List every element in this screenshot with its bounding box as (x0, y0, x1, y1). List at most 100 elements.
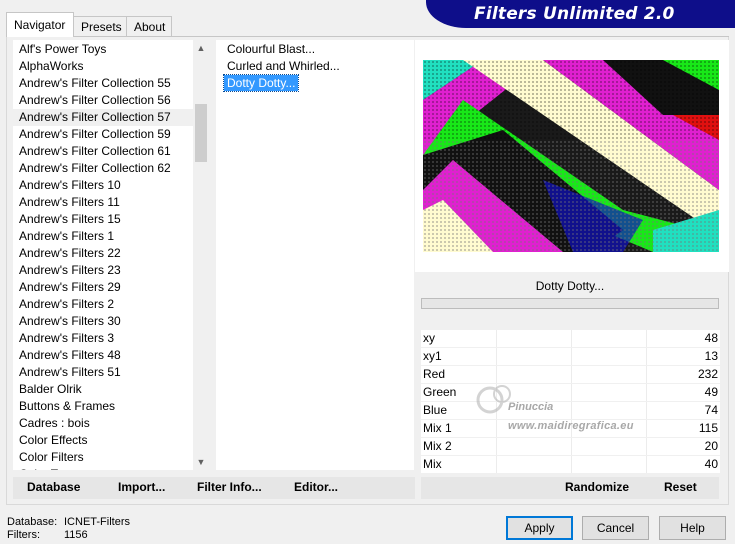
slider-tick (646, 402, 647, 419)
param-value: 74 (704, 403, 718, 417)
category-item[interactable]: Andrew's Filters 51 (13, 364, 209, 381)
category-item[interactable]: Color Effects (13, 432, 209, 449)
param-slider-xy1[interactable]: xy1 13 (421, 348, 720, 366)
parameter-list: xy 48 xy1 13 Red 232 Green 49 Blue 74 Mix 1 115 Mix … (421, 330, 720, 474)
param-name: Mix (423, 457, 442, 471)
category-item[interactable]: Andrew's Filter Collection 59 (13, 126, 209, 143)
param-name: xy1 (423, 349, 442, 363)
category-scrollbar[interactable]: ▲ ▼ (193, 40, 209, 470)
slider-tick (571, 456, 572, 473)
param-slider-blue[interactable]: Blue 74 (421, 402, 720, 420)
database-button[interactable]: Database (27, 480, 80, 494)
category-item[interactable]: Alf's Power Toys (13, 41, 209, 58)
param-value: 232 (697, 367, 718, 381)
tab-navigator[interactable]: Navigator (6, 12, 74, 37)
tab-about[interactable]: About (126, 16, 172, 36)
reset-button[interactable]: Reset (664, 480, 697, 494)
category-item[interactable]: AlphaWorks (13, 58, 209, 75)
slider-tick (496, 438, 497, 455)
param-value: 40 (704, 457, 718, 471)
filter-item[interactable]: Dotty Dotty... (216, 74, 414, 92)
param-slider-xy[interactable]: xy 48 (421, 330, 720, 348)
help-button[interactable]: Help (659, 516, 726, 540)
param-name: Mix 2 (423, 439, 452, 453)
param-slider-red[interactable]: Red 232 (421, 366, 720, 384)
slider-tick (496, 330, 497, 347)
randomize-button[interactable]: Randomize (565, 480, 629, 494)
parameter-toolbar: Randomize Reset (421, 477, 719, 499)
chevron-down-icon[interactable]: ▼ (193, 454, 209, 470)
watermark-name: Pinuccia (508, 401, 554, 413)
slider-tick (646, 384, 647, 401)
category-item[interactable]: Andrew's Filters 48 (13, 347, 209, 364)
category-item[interactable]: Andrew's Filters 15 (13, 211, 209, 228)
param-name: Mix 1 (423, 421, 452, 435)
filter-list[interactable]: Colourful Blast... Curled and Whirled... D… (216, 40, 414, 470)
category-item[interactable]: Andrew's Filter Collection 56 (13, 92, 209, 109)
slider-tick (496, 420, 497, 437)
slider-tick (571, 402, 572, 419)
filter-item-label: Curled and Whirled... (227, 59, 340, 73)
category-item[interactable]: Andrew's Filters 23 (13, 262, 209, 279)
slider-tick (646, 438, 647, 455)
filter-item-label: Colourful Blast... (227, 42, 316, 56)
apply-button[interactable]: Apply (506, 516, 573, 540)
slider-tick (646, 420, 647, 437)
slider-tick (571, 384, 572, 401)
slider-tick (646, 366, 647, 383)
selected-filter-name: Dotty Dotty... (421, 274, 719, 298)
editor-button[interactable]: Editor... (294, 480, 338, 494)
category-item[interactable]: Andrew's Filters 30 (13, 313, 209, 330)
category-item[interactable]: Andrew's Filters 29 (13, 279, 209, 296)
param-value: 48 (704, 331, 718, 345)
param-value: 20 (704, 439, 718, 453)
filter-item[interactable]: Curled and Whirled... (216, 58, 414, 75)
category-item[interactable]: Andrew's Filter Collection 61 (13, 143, 209, 160)
category-item[interactable]: Color Filters (13, 449, 209, 466)
category-list[interactable]: Alf's Power Toys AlphaWorks Andrew's Filte… (13, 40, 209, 470)
param-value: 13 (704, 349, 718, 363)
filters-label: Filters: (7, 529, 40, 541)
category-item[interactable]: Andrew's Filters 10 (13, 177, 209, 194)
category-item[interactable]: Andrew's Filter Collection 57 (13, 109, 209, 126)
app-title: Filters Unlimited 2.0 (474, 4, 675, 24)
filter-item[interactable]: Colourful Blast... (216, 41, 414, 58)
slider-tick (496, 366, 497, 383)
param-slider-mix[interactable]: Mix 40 (421, 456, 720, 474)
param-name: Red (423, 367, 446, 381)
tab-presets[interactable]: Presets (73, 16, 127, 36)
category-item[interactable]: Andrew's Filter Collection 55 (13, 75, 209, 92)
slider-tick (571, 438, 572, 455)
progress-bar (421, 298, 719, 309)
slider-tick (496, 402, 497, 419)
category-item[interactable]: Andrew's Filters 3 (13, 330, 209, 347)
param-name: Green (423, 385, 457, 399)
database-info: Database: ICNET-Filters Filters: 1156 (7, 516, 130, 542)
category-item[interactable]: Andrew's Filters 2 (13, 296, 209, 313)
cancel-button[interactable]: Cancel (582, 516, 649, 540)
preview-image (423, 60, 719, 252)
filter-info-button[interactable]: Filter Info... (197, 480, 262, 494)
category-item[interactable]: Andrew's Filters 1 (13, 228, 209, 245)
param-slider-mix-2[interactable]: Mix 2 20 (421, 438, 720, 456)
slider-tick (496, 348, 497, 365)
category-item[interactable]: Balder Olrik (13, 381, 209, 398)
scroll-thumb[interactable] (195, 104, 207, 162)
category-item[interactable]: Andrew's Filters 22 (13, 245, 209, 262)
category-item[interactable]: Cadres : bois (13, 415, 209, 432)
category-item[interactable]: Andrew's Filter Collection 62 (13, 160, 209, 177)
param-slider-green[interactable]: Green 49 (421, 384, 720, 402)
param-name: Blue (423, 403, 448, 417)
slider-tick (496, 384, 497, 401)
category-item[interactable]: Andrew's Filters 11 (13, 194, 209, 211)
chevron-up-icon[interactable]: ▲ (193, 40, 209, 56)
slider-tick (571, 330, 572, 347)
category-item[interactable]: Buttons & Frames (13, 398, 209, 415)
category-item[interactable]: Color Ton... (13, 466, 209, 470)
slider-tick (571, 366, 572, 383)
import-button[interactable]: Import... (118, 480, 165, 494)
database-label: Database: (7, 516, 58, 528)
param-value: 115 (698, 421, 718, 435)
slider-tick (496, 456, 497, 473)
filter-item-label: Dotty Dotty... (222, 74, 300, 92)
